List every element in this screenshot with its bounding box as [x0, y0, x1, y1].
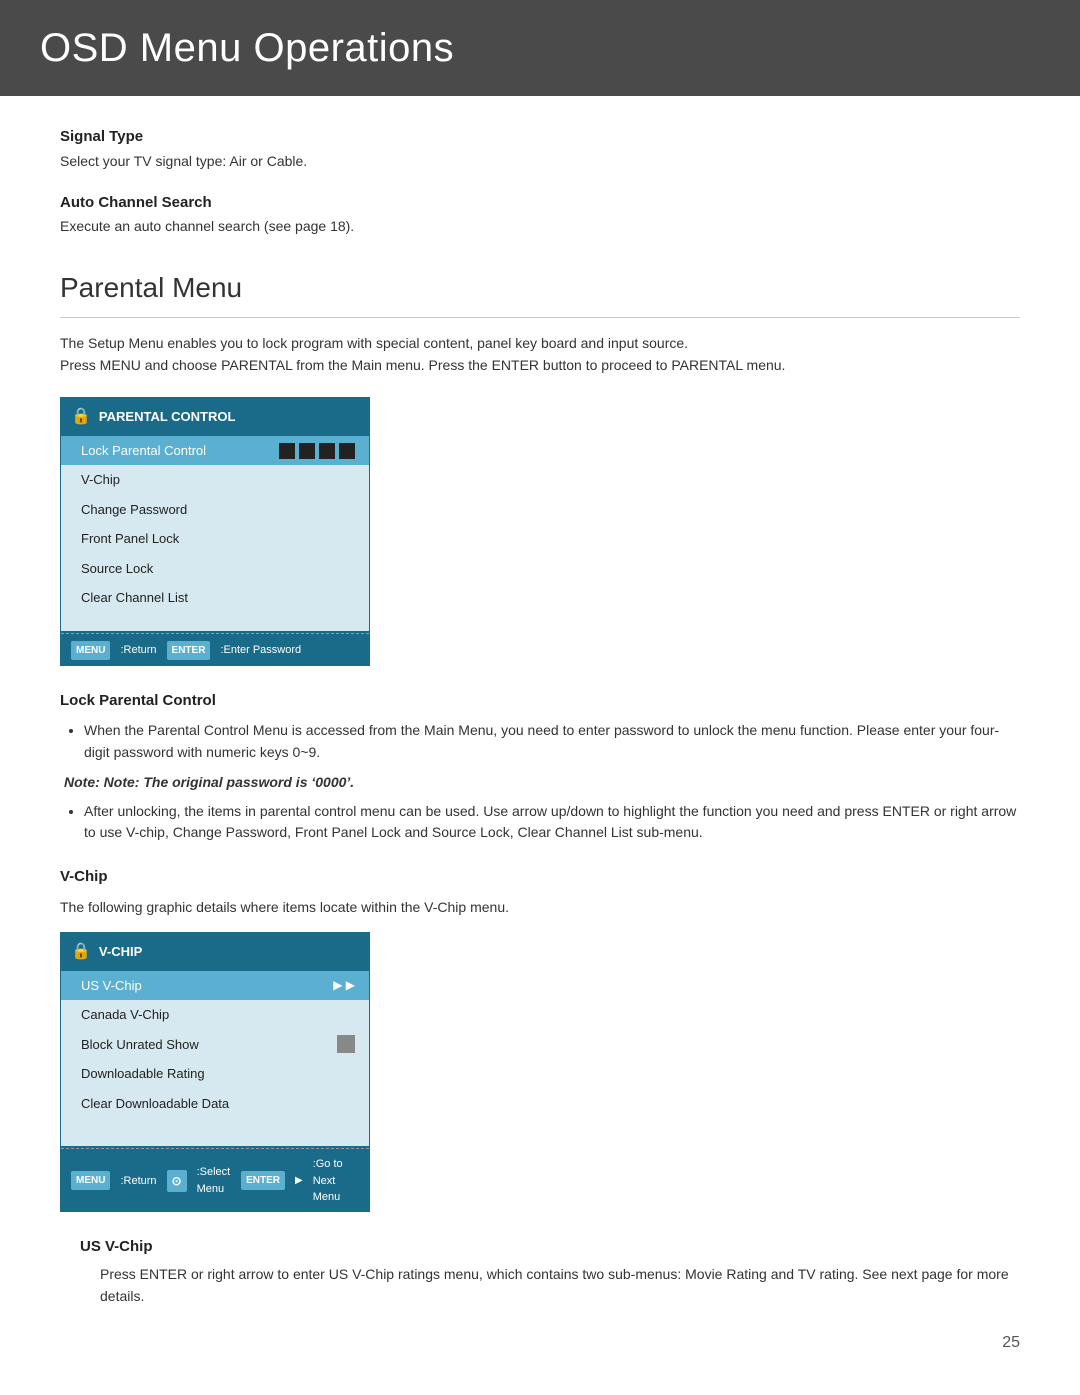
- vchip-item-us[interactable]: US V-Chip ▶ ▶: [61, 971, 369, 1001]
- lock-parental-bullet1: When the Parental Control Menu is access…: [84, 720, 1020, 763]
- us-vchip-desc: Press ENTER or right arrow to enter US V…: [100, 1264, 1020, 1307]
- enter-btn: ENTER: [167, 641, 211, 660]
- us-vchip-section: US V-Chip Press ENTER or right arrow to …: [80, 1236, 1020, 1308]
- content-area: Signal Type Select your TV signal type: …: [0, 126, 1080, 1347]
- vchip-intro: The following graphic details where item…: [60, 897, 1020, 918]
- pwd-box-2: [299, 443, 315, 459]
- vchip-item-clear-downloadable[interactable]: Clear Downloadable Data: [61, 1089, 369, 1119]
- block-checkbox: [337, 1035, 355, 1053]
- vchip-osd-title: V-CHIP: [99, 942, 142, 962]
- auto-channel-section: Auto Channel Search Execute an auto chan…: [60, 192, 1020, 238]
- parental-item-change-password[interactable]: Change Password: [61, 495, 369, 525]
- page-number: 25: [1002, 1331, 1020, 1355]
- lock-parental-bullet2: After unlocking, the items in parental c…: [84, 801, 1020, 844]
- vchip-lock-icon: 🔒: [71, 940, 91, 964]
- vchip-enter-btn: ENTER: [241, 1171, 285, 1190]
- vchip-item-downloadable-rating[interactable]: Downloadable Rating: [61, 1059, 369, 1089]
- password-boxes: [279, 443, 355, 459]
- osd-parental-title: PARENTAL CONTROL: [99, 407, 236, 427]
- parental-menu-heading: Parental Menu: [60, 267, 1020, 318]
- auto-channel-desc: Execute an auto channel search (see page…: [60, 216, 1020, 237]
- pwd-box-3: [319, 443, 335, 459]
- vchip-item-canada[interactable]: Canada V-Chip: [61, 1000, 369, 1030]
- parental-item-clear-channel[interactable]: Clear Channel List: [61, 583, 369, 613]
- vchip-osd-footer: MENU :Return ⊙ :Select Menu ENTER ▶ :Go …: [61, 1151, 369, 1211]
- parental-control-osd-box: 🔒 PARENTAL CONTROL Lock Parental Control…: [60, 397, 370, 666]
- vchip-menu-items: US V-Chip ▶ ▶ Canada V-Chip Block Unrate…: [61, 971, 369, 1147]
- vchip-osd-box: 🔒 V-CHIP US V-Chip ▶ ▶ Canada V-Chip Blo…: [60, 932, 370, 1212]
- page-header: OSD Menu Operations: [0, 0, 1080, 96]
- osd-dashes: [61, 633, 369, 634]
- note-text: Note: Note: The original password is ‘00…: [60, 772, 1020, 793]
- parental-menu-items: Lock Parental Control V-Chip Change Pass…: [61, 436, 369, 631]
- pwd-box-1: [279, 443, 295, 459]
- parental-intro: The Setup Menu enables you to lock progr…: [60, 332, 1020, 377]
- vchip-item-block-unrated[interactable]: Block Unrated Show: [61, 1030, 369, 1060]
- pwd-box-4: [339, 443, 355, 459]
- note-content: Note: The original password is ‘0000’.: [104, 774, 355, 790]
- parental-osd-footer: MENU :Return ENTER :Enter Password: [61, 636, 369, 665]
- lock-parental-heading: Lock Parental Control: [60, 690, 1020, 713]
- menu-btn: MENU: [71, 641, 110, 660]
- vchip-dashes: [61, 1148, 369, 1149]
- parental-item-vchip[interactable]: V-Chip: [61, 465, 369, 495]
- page-title: OSD Menu Operations: [40, 18, 1040, 78]
- parental-item-lock[interactable]: Lock Parental Control: [61, 436, 369, 466]
- parental-item-source-lock[interactable]: Source Lock: [61, 554, 369, 584]
- signal-type-desc: Select your TV signal type: Air or Cable…: [60, 151, 1020, 172]
- parental-item-front-panel-lock[interactable]: Front Panel Lock: [61, 524, 369, 554]
- arrows-icon: ▶ ▶: [333, 976, 355, 994]
- us-vchip-heading: US V-Chip: [80, 1236, 1020, 1259]
- vchip-heading: V-Chip: [60, 866, 1020, 889]
- vchip-select-btn: ⊙: [167, 1170, 187, 1192]
- auto-channel-title: Auto Channel Search: [60, 192, 1020, 215]
- lock-parental-bullets2: After unlocking, the items in parental c…: [60, 801, 1020, 844]
- signal-type-title: Signal Type: [60, 126, 1020, 149]
- lock-parental-bullets: When the Parental Control Menu is access…: [60, 720, 1020, 763]
- vchip-menu-btn: MENU: [71, 1171, 110, 1190]
- lock-icon: 🔒: [71, 405, 91, 429]
- signal-type-section: Signal Type Select your TV signal type: …: [60, 126, 1020, 172]
